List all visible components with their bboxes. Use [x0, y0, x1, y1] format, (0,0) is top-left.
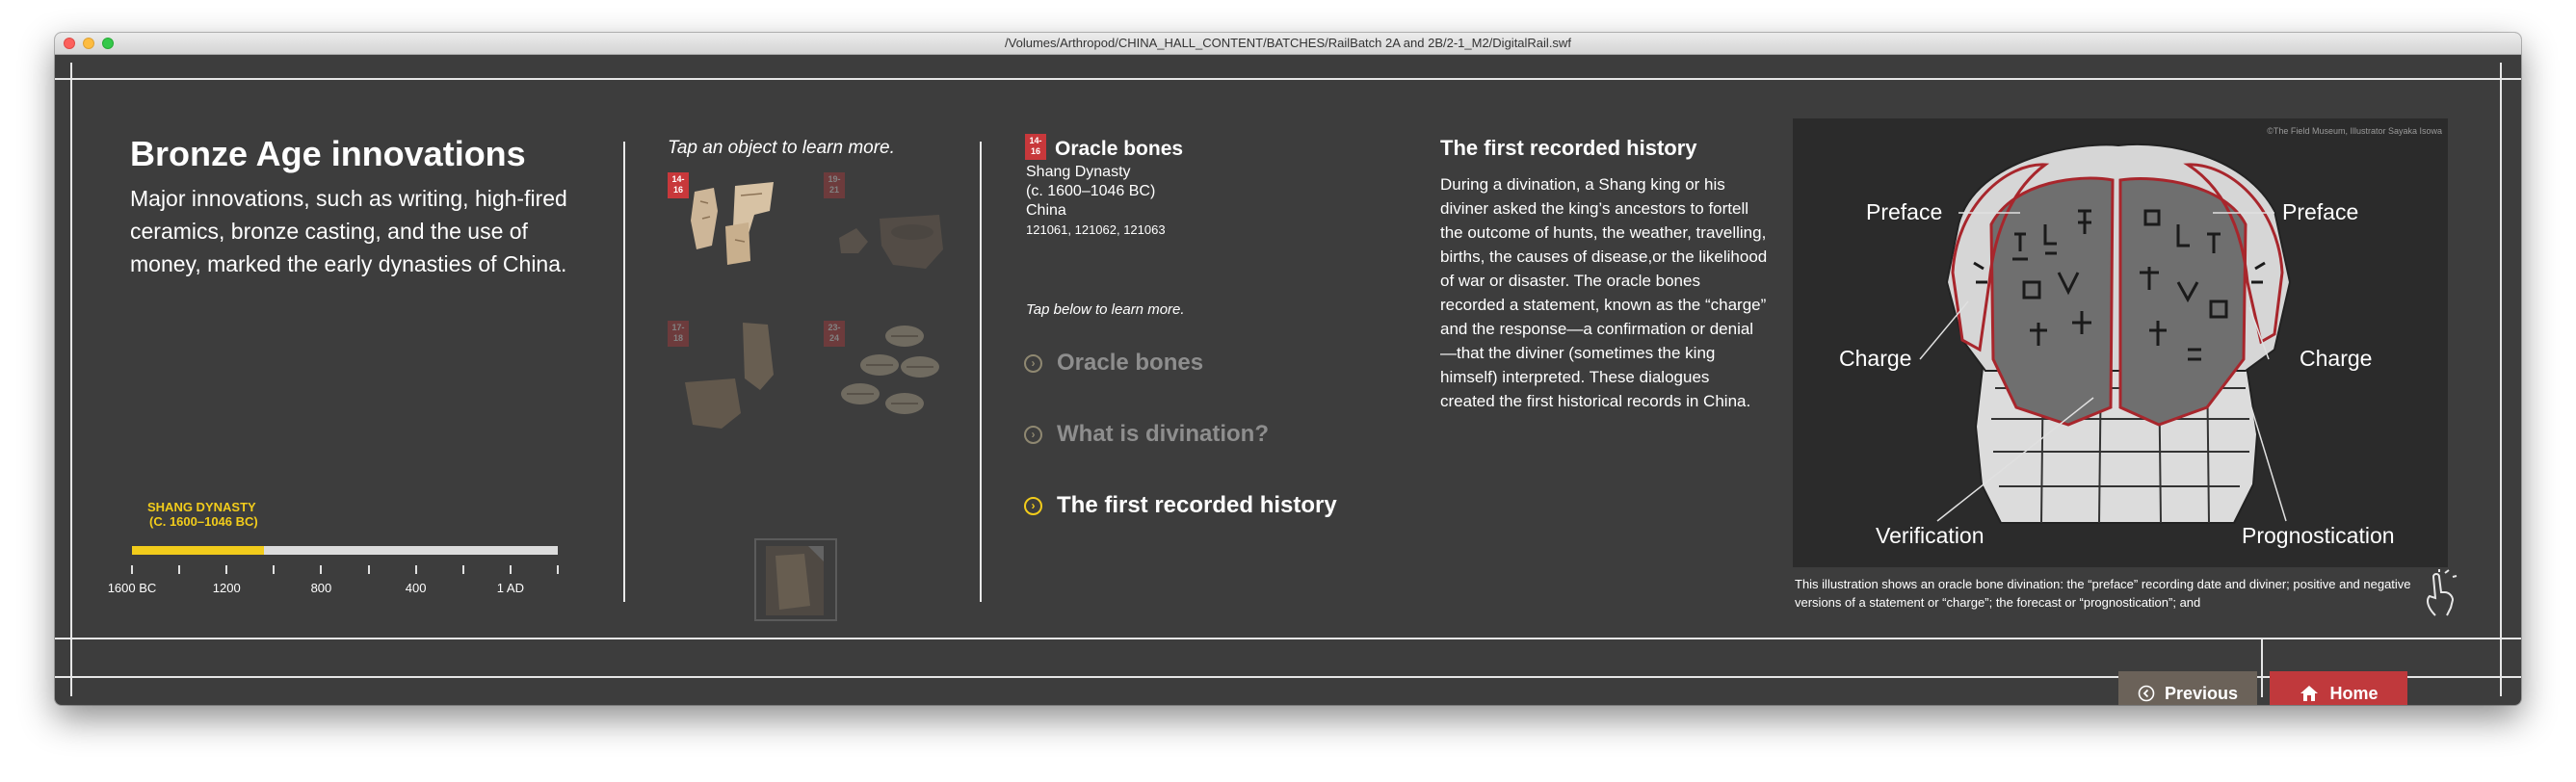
timeline-tick — [320, 565, 323, 574]
object-group-3[interactable]: 17- 18 — [668, 321, 802, 436]
objects-prompt: Tap an object to learn more. — [668, 138, 895, 158]
timeline-tick-label: 800 — [310, 581, 332, 595]
page-description: Major innovations, such as writing, high… — [130, 186, 567, 276]
timeline-tick-label: 1600 BC — [107, 581, 157, 595]
window-title: /Volumes/Arthropod/CHINA_HALL_CONTENT/BA… — [1005, 36, 1571, 50]
timeline-tick — [178, 565, 181, 574]
home-label: Home — [2329, 683, 2379, 703]
label-preface-left: Preface — [1866, 199, 1943, 224]
timeline-tick — [509, 565, 512, 574]
timeline-tick — [225, 565, 228, 574]
object-catalog-numbers: 121061, 121062, 121063 — [1026, 222, 1166, 237]
object-place: China — [1026, 202, 1066, 219]
footer-divider — [2261, 638, 2263, 697]
object-group-2[interactable]: 19- 21 — [824, 172, 959, 278]
object-meta: Shang Dynasty (c. 1600–1046 BC) China 12… — [1026, 163, 1166, 240]
home-button[interactable]: Home — [2270, 671, 2407, 705]
oracle-bone-diagram — [1919, 143, 2292, 524]
minimize-window-button[interactable] — [83, 38, 94, 49]
timeline-highlight — [132, 546, 265, 555]
timeline-tick — [367, 565, 370, 574]
arrow-right-circle-icon: › — [1024, 425, 1042, 444]
timeline-tick — [131, 565, 133, 574]
timeline-tick-label: 1200 — [212, 581, 241, 595]
arrow-right-circle-icon: › — [1024, 496, 1042, 515]
exhibit-stage: Bronze Age innovations Major innovations… — [55, 55, 2521, 705]
frame-left-rule — [70, 63, 72, 696]
object-title: Oracle bones — [1055, 138, 1184, 160]
nav-label: The first recorded history — [1057, 492, 1337, 518]
object-group-4[interactable]: 23- 24 — [824, 321, 959, 436]
object-group-1[interactable]: 14- 16 — [668, 172, 802, 278]
article-body: During a divination, a Shang king or his… — [1440, 175, 1768, 410]
detail-badge: 14- 16 — [1025, 134, 1046, 160]
object-date: (c. 1600–1046 BC) — [1026, 183, 1156, 199]
label-charge-left: Charge — [1839, 346, 1912, 371]
dynasty-label: SHANG DYNASTY (C. 1600–1046 BC) — [147, 500, 258, 529]
ceramic-thumbnail — [839, 215, 943, 269]
nav-label: Oracle bones — [1057, 350, 1204, 376]
oracle-bones-thumbnail — [691, 182, 774, 265]
label-verification: Verification — [1876, 523, 1985, 548]
timeline-tick-label: 1 AD — [496, 581, 524, 595]
close-window-button[interactable] — [64, 38, 75, 49]
tap-hand-icon[interactable] — [2420, 569, 2462, 617]
app-window: /Volumes/Arthropod/CHINA_HALL_CONTENT/BA… — [55, 33, 2521, 705]
previous-button[interactable]: Previous — [2118, 671, 2257, 705]
bone-fragment-thumbnail — [685, 323, 774, 429]
oracle-bone-illustration: ©The Field Museum, Illustrator Sayaka Is… — [1793, 118, 2448, 567]
column-separator — [980, 142, 982, 602]
illustration-caption: This illustration shows an oracle bone d… — [1795, 577, 2411, 610]
object-group-5[interactable] — [754, 538, 837, 621]
timeline-tick — [414, 565, 417, 574]
page-title: Bronze Age innovations — [130, 134, 526, 173]
nav-what-is-divination[interactable]: › What is divination? — [1024, 421, 1269, 448]
arrow-right-circle-icon: › — [1024, 353, 1042, 373]
label-prognostication: Prognostication — [2242, 523, 2395, 548]
timeline-tick — [461, 565, 464, 574]
frame-bottom-rule — [55, 638, 2521, 639]
title-bar: /Volumes/Arthropod/CHINA_HALL_CONTENT/BA… — [55, 33, 2521, 55]
timeline-tick — [557, 565, 559, 574]
dynasty-dates: (C. 1600–1046 BC) — [149, 514, 258, 529]
timeline-tick-label: 400 — [405, 581, 427, 595]
home-icon — [2299, 684, 2320, 703]
nav-first-recorded-history[interactable]: › The first recorded history — [1024, 492, 1337, 519]
object-dynasty: Shang Dynasty — [1026, 164, 1131, 180]
nav-label: What is divination? — [1057, 421, 1269, 447]
frame-right-rule — [2500, 63, 2502, 696]
cowrie-shells-thumbnail — [841, 326, 939, 414]
frame-top-rule — [55, 78, 2521, 80]
dynasty-name: SHANG DYNASTY — [147, 500, 256, 514]
timeline-bar — [132, 546, 558, 555]
column-separator — [623, 142, 625, 602]
article-title: The first recorded history — [1440, 136, 1697, 160]
subtopic-prompt: Tap below to learn more. — [1026, 301, 1185, 318]
arrow-left-circle-icon — [2138, 685, 2155, 702]
document-thumbnail — [754, 538, 837, 621]
maximize-window-button[interactable] — [102, 38, 114, 49]
nav-oracle-bones[interactable]: › Oracle bones — [1024, 350, 1203, 377]
label-charge-right: Charge — [2300, 346, 2373, 371]
label-preface-right: Preface — [2282, 199, 2359, 224]
timeline-tick — [273, 565, 276, 574]
previous-label: Previous — [2164, 683, 2239, 703]
